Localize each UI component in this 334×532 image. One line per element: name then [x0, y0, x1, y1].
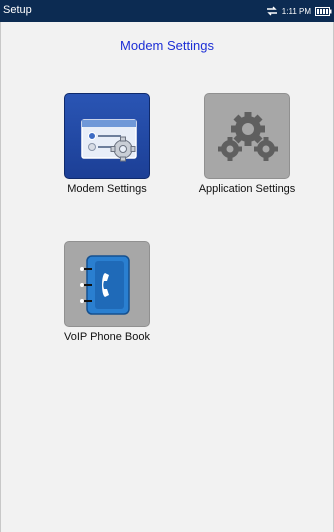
voip-phone-book-button[interactable] — [64, 241, 150, 327]
status-bar-indicators: 1:11 PM — [266, 4, 332, 18]
voip-phone-book-tile[interactable]: VoIP Phone Book — [64, 241, 150, 344]
page-title: Modem Settings — [120, 38, 214, 53]
status-bar: Setup 1:11 PM — [0, 0, 334, 22]
status-bar-title: Setup — [3, 4, 32, 16]
modem-settings-tile[interactable]: Modem Settings — [64, 93, 150, 196]
battery-icon — [315, 6, 332, 16]
application-settings-tile[interactable]: Application Settings — [199, 93, 295, 196]
sync-icon — [266, 6, 278, 16]
modem-settings-button[interactable] — [64, 93, 150, 179]
modem-settings-label: Modem Settings — [67, 183, 147, 195]
application-settings-button[interactable] — [204, 93, 290, 179]
application-settings-label: Application Settings — [198, 183, 296, 195]
voip-phone-book-label: VoIP Phone Book — [63, 331, 151, 343]
status-bar-time: 1:11 PM — [281, 6, 311, 16]
app-frame — [0, 0, 334, 532]
